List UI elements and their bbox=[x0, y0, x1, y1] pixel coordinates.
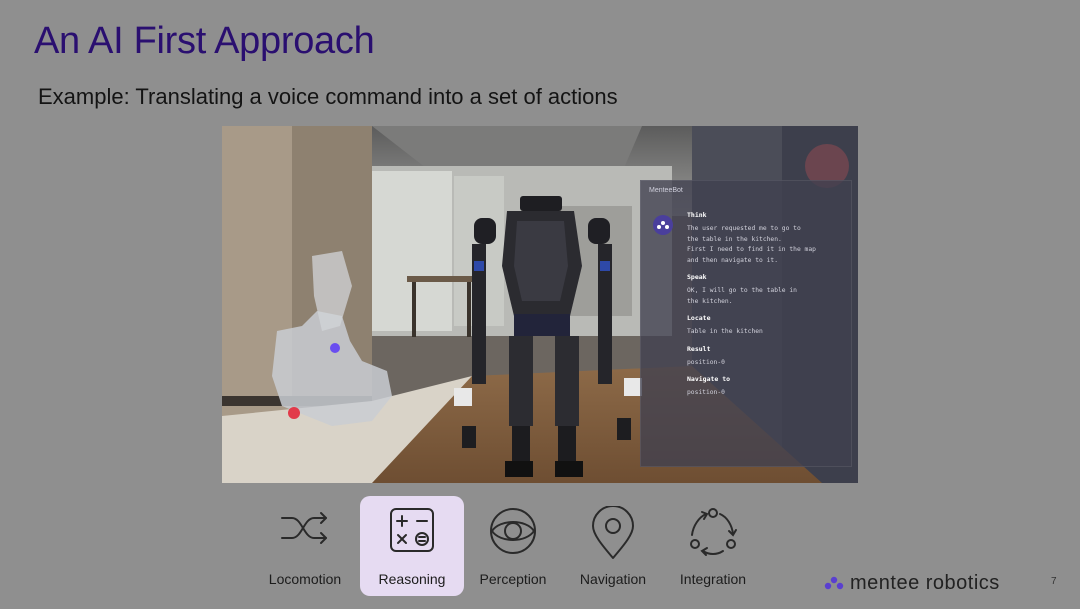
section-text: The user requested me to go to the table… bbox=[687, 225, 816, 264]
capability-label: Reasoning bbox=[378, 571, 446, 587]
section-label: Locate bbox=[687, 314, 711, 322]
panel-section-navigate: Navigate to position-0 bbox=[687, 375, 847, 399]
page-number: 7 bbox=[1051, 576, 1057, 587]
section-text: position-0 bbox=[687, 358, 725, 366]
panel-section-result: Result position-0 bbox=[687, 345, 847, 369]
capability-reasoning[interactable]: Reasoning bbox=[360, 496, 464, 596]
capability-perception[interactable]: Perception bbox=[461, 496, 565, 596]
cycle-arrows-icon bbox=[690, 508, 737, 556]
mentee-logo-icon bbox=[653, 215, 673, 235]
section-label: Result bbox=[687, 344, 711, 353]
shuffle-arrows-icon bbox=[281, 512, 327, 544]
capability-integration[interactable]: Integration bbox=[661, 496, 765, 596]
section-text: Table in the kitchen bbox=[687, 328, 763, 335]
calculator-icon bbox=[390, 508, 434, 552]
slide-title: An AI First Approach bbox=[34, 20, 375, 62]
capability-label: Navigation bbox=[579, 571, 647, 587]
capability-navigation[interactable]: Navigation bbox=[561, 496, 665, 596]
section-label: Speak bbox=[687, 273, 707, 281]
section-text: OK, I will go to the table in the kitche… bbox=[687, 287, 797, 305]
mentee-logo-icon bbox=[824, 576, 844, 590]
panel-section-think: Think The user requested me to go to the… bbox=[687, 211, 847, 266]
section-label: Navigate to bbox=[687, 375, 731, 383]
slide-subtitle: Example: Translating a voice command int… bbox=[38, 84, 618, 109]
capability-label: Locomotion bbox=[268, 571, 342, 587]
section-text: position-0 bbox=[687, 389, 725, 396]
brand-name: mentee robotics bbox=[850, 572, 1000, 594]
capabilities-row: Locomotion Reasoning Perception Navigati… bbox=[253, 496, 773, 596]
map-pin-icon bbox=[592, 506, 634, 559]
eye-icon bbox=[490, 508, 536, 554]
assistant-panel: MenteeBot Think The user requested me to… bbox=[640, 180, 852, 467]
panel-section-locate: Locate Table in the kitchen bbox=[687, 314, 847, 338]
panel-app-name: MenteeBot bbox=[649, 187, 683, 194]
capability-label: Integration bbox=[679, 571, 747, 587]
panel-section-speak: Speak OK, I will go to the table in the … bbox=[687, 273, 847, 307]
capability-locomotion[interactable]: Locomotion bbox=[253, 496, 357, 596]
capability-label: Perception bbox=[479, 571, 547, 587]
section-label: Think bbox=[687, 211, 707, 219]
